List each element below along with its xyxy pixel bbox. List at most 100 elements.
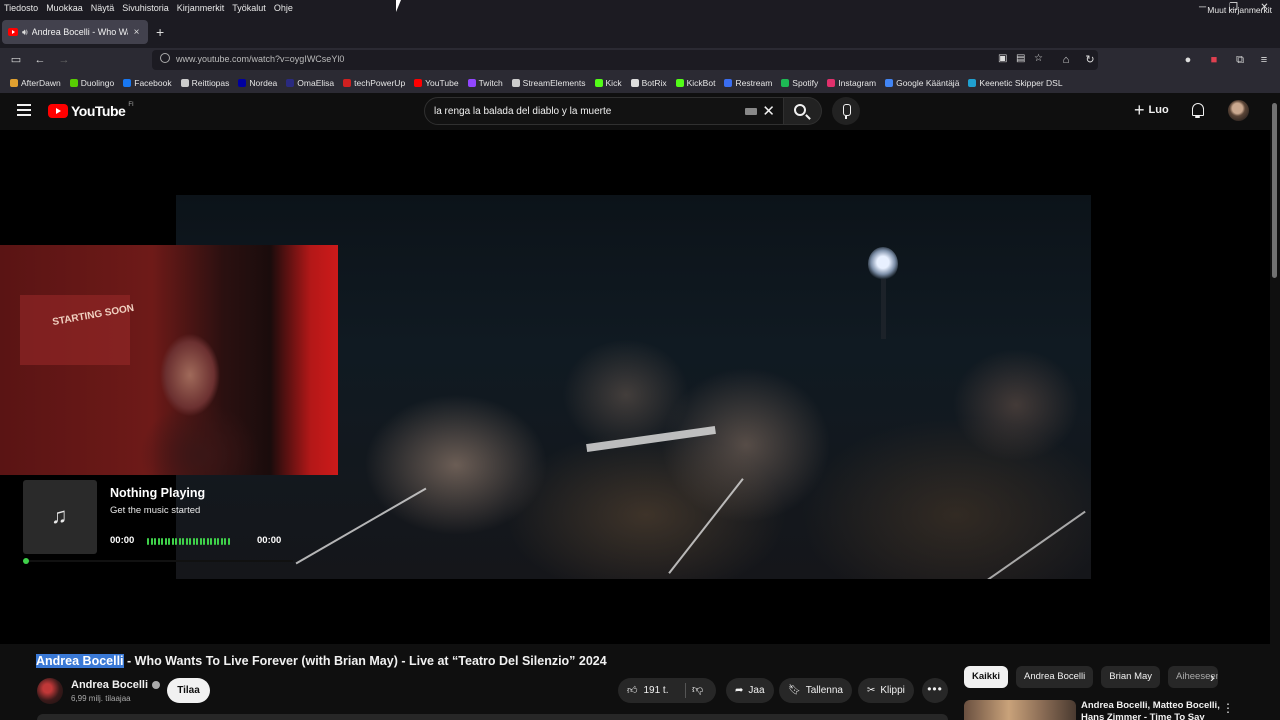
voice-search-icon[interactable] — [832, 97, 860, 125]
site-info-icon[interactable] — [160, 53, 170, 63]
bookmark-label: Reittiopas — [191, 77, 230, 88]
menu-help[interactable]: Ohje — [270, 3, 297, 13]
bookmark-favicon-icon — [511, 78, 520, 87]
bookmark-item[interactable]: Kick — [594, 78, 622, 88]
bookmark-item[interactable]: Facebook — [123, 78, 172, 88]
channel-name-text[interactable]: Andrea Bocelli — [71, 679, 148, 691]
bookmark-star-icon[interactable]: ☆ — [1034, 53, 1043, 64]
bookmark-item[interactable]: Keenetic Skipper DSL — [968, 78, 1063, 88]
other-bookmarks[interactable]: Muut kirjanmerkit — [1207, 5, 1272, 15]
scrollbar-thumb[interactable] — [1272, 103, 1277, 278]
app-menu-icon[interactable]: ≡ — [1256, 52, 1272, 68]
clear-search-icon[interactable]: ✕ — [762, 102, 775, 120]
bookmark-item[interactable]: AfterDawn — [10, 78, 61, 88]
thumbs-down-icon: 👎︎ — [692, 684, 704, 696]
new-tab-button[interactable]: + — [156, 24, 164, 40]
bookmark-item[interactable]: techPowerUp — [343, 78, 405, 88]
bookmark-item[interactable]: BotRix — [630, 78, 667, 88]
save-button[interactable]: 🔖︎ Tallenna — [779, 678, 852, 703]
address-bar[interactable]: www.youtube.com/watch?v=oygIWCseYl0 ▣ ▤ … — [152, 50, 1098, 70]
waveform-bar — [150, 537, 153, 545]
webcam-overlay: STARTING SOON — [0, 245, 338, 475]
url-text[interactable]: www.youtube.com/watch?v=oygIWCseYl0 — [176, 54, 344, 64]
bookmark-item[interactable]: Spotify — [781, 78, 818, 88]
bookmark-item[interactable]: Reittiopas — [180, 77, 230, 88]
page-scrollbar[interactable] — [1270, 93, 1280, 720]
create-button[interactable]: + Luo — [1134, 101, 1169, 119]
recommended-thumbnail[interactable] — [964, 700, 1076, 720]
channel-avatar[interactable] — [37, 678, 63, 704]
menu-bookmarks[interactable]: Kirjanmerkit — [173, 3, 229, 13]
like-button[interactable]: 👍︎ 191 t. — [627, 684, 669, 697]
bookmark-item[interactable]: Nordea — [238, 78, 277, 88]
bookmark-favicon-icon — [180, 78, 189, 87]
chip-brian-may[interactable]: Brian May — [1101, 666, 1161, 688]
violin-bow — [295, 487, 427, 565]
bookmark-item[interactable]: Instagram — [827, 78, 876, 88]
notifications-bell-icon[interactable] — [1190, 102, 1206, 120]
bookmark-item[interactable]: YouTube — [414, 78, 459, 88]
sidebar-toggle-icon[interactable]: ▭ — [8, 52, 24, 68]
tab-youtube[interactable]: 🔊︎ Andrea Bocelli - Who Wants To Live Fo… — [2, 20, 148, 44]
close-tab-icon[interactable]: × — [134, 27, 140, 38]
bookmark-item[interactable]: OmaElisa — [286, 78, 334, 88]
menu-file[interactable]: Tiedosto — [0, 3, 42, 13]
like-count: 191 t. — [643, 684, 669, 696]
chip-andrea-bocelli[interactable]: Andrea Bocelli — [1016, 666, 1094, 688]
clip-button[interactable]: ✂ Klippi — [858, 678, 914, 703]
avatar[interactable] — [1228, 100, 1249, 121]
bookmark-item[interactable]: KickBot — [675, 78, 715, 88]
save-label: Tallenna — [805, 685, 843, 696]
reader-view-icon[interactable]: ▤ — [1016, 53, 1025, 64]
menu-tools[interactable]: Työkalut — [228, 3, 270, 13]
bookmark-item[interactable]: StreamElements — [511, 78, 586, 88]
search-input[interactable]: la renga la balada del diablo y la muert… — [434, 106, 611, 117]
bookmark-favicon-icon — [594, 78, 603, 87]
menu-edit[interactable]: Muokkaa — [42, 3, 87, 13]
search-button[interactable] — [784, 97, 822, 125]
extensions-icon[interactable]: ⧉ — [1232, 52, 1248, 68]
picture-in-picture-icon[interactable]: ▣ — [998, 53, 1007, 64]
reload-icon[interactable]: ↻ — [1082, 52, 1098, 68]
violin-bow — [986, 510, 1086, 579]
waveform-bar — [227, 537, 230, 545]
account-icon[interactable]: ● — [1180, 52, 1196, 68]
share-button[interactable]: ➦ Jaa — [726, 678, 774, 703]
music-stand — [586, 425, 716, 453]
youtube-logo[interactable]: YouTube FI — [48, 102, 134, 119]
recommended-video[interactable]: Andrea Bocelli, Matteo Bocelli, Hans Zim… — [964, 700, 1264, 720]
bookmark-favicon-icon — [414, 78, 423, 87]
home-icon[interactable]: ⌂ — [1058, 52, 1074, 68]
more-actions-icon[interactable]: ••• — [922, 678, 948, 703]
bookmark-label: Nordea — [249, 77, 278, 88]
extension-badge-icon[interactable]: ■ — [1206, 52, 1222, 68]
audio-waveform — [147, 537, 247, 545]
bookmark-item[interactable]: Twitch — [467, 78, 503, 88]
bookmark-item[interactable]: Google Kääntäjä — [885, 78, 959, 88]
bookmark-favicon-icon — [343, 78, 352, 87]
dislike-button[interactable]: 👎︎ — [692, 683, 703, 696]
bookmark-label: Google Kääntäjä — [896, 77, 960, 88]
recommended-title[interactable]: Andrea Bocelli, Matteo Bocelli, Hans Zim… — [1081, 700, 1221, 720]
bookmark-label: Restream — [735, 77, 773, 88]
bookmark-item[interactable]: Duolingo — [69, 78, 114, 88]
bookmark-favicon-icon — [69, 78, 78, 87]
speaker-icon[interactable]: 🔊︎ — [22, 27, 28, 38]
navigation-bar: ▭ ← → www.youtube.com/watch?v=oygIWCseYl… — [0, 48, 1280, 72]
video-player[interactable]: STARTING SOON ♫ Nothing Playing Get the … — [0, 130, 1270, 644]
chip-all[interactable]: Kaikki — [964, 666, 1008, 688]
keyboard-icon[interactable] — [745, 108, 757, 115]
time-start: 00:00 — [110, 535, 135, 546]
forward-icon[interactable]: → — [56, 52, 72, 68]
chevron-right-icon[interactable]: › — [1210, 669, 1215, 685]
kebab-menu-icon[interactable]: ⋮ — [1222, 701, 1234, 715]
back-icon[interactable]: ← — [32, 52, 48, 68]
subscribe-button[interactable]: Tilaa — [167, 678, 210, 703]
hamburger-menu-icon[interactable] — [17, 104, 31, 116]
channel-name[interactable]: Andrea Bocelli — [71, 679, 161, 691]
bookmark-item[interactable]: Restream — [724, 78, 772, 88]
search-box[interactable]: la renga la balada del diablo y la muert… — [424, 97, 784, 125]
description-box[interactable] — [37, 714, 948, 720]
menu-view[interactable]: Näytä — [87, 3, 119, 13]
menu-history[interactable]: Sivuhistoria — [118, 3, 173, 13]
